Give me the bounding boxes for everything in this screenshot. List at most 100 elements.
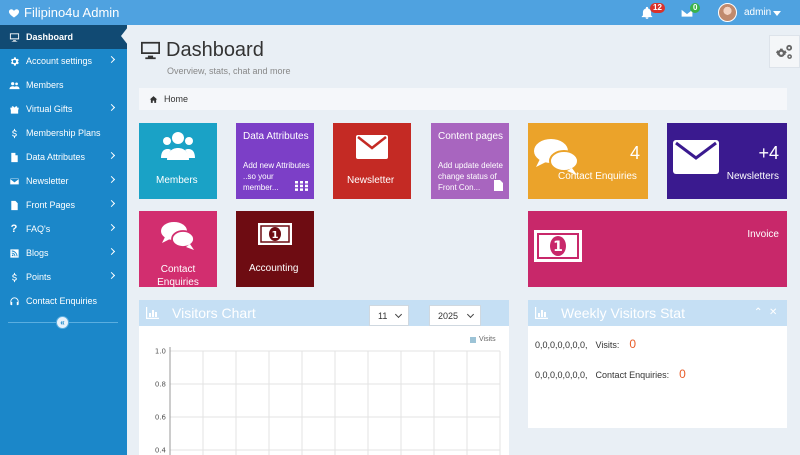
gear-icon xyxy=(8,55,20,67)
user-menu-caret-icon[interactable] xyxy=(773,11,781,16)
newsletters-count-tile[interactable]: +4 Newsletters xyxy=(667,123,787,199)
visits-stat-row: 0,0,0,0,0,0,0, Visits: 0 xyxy=(535,337,636,351)
members-tile[interactable]: Members xyxy=(139,123,217,199)
sidebar-item-label: Blogs xyxy=(26,248,49,258)
chevron-down-icon xyxy=(466,310,475,319)
sidebar-item-newsletter[interactable]: Newsletter xyxy=(0,169,127,193)
invoice-tile[interactable]: 1 Invoice xyxy=(528,211,787,287)
enquiries-stat-row: 0,0,0,0,0,0,0, Contact Enquiries: 0 xyxy=(535,367,686,381)
sidebar-item-virtual-gifts[interactable]: Virtual Gifts xyxy=(0,97,127,121)
tile-label: Contact Enquiries xyxy=(157,264,199,287)
year-select[interactable]: 2025 xyxy=(429,305,481,326)
chevron-right-icon xyxy=(107,103,116,112)
file-icon xyxy=(8,199,20,211)
sidebar-item-faqs[interactable]: ? FAQ's xyxy=(0,217,127,241)
contact-enquiries-count-tile[interactable]: 4 Contact Enquiries xyxy=(528,123,648,199)
y-tick-label: 1.0 xyxy=(155,348,166,356)
sidebar-item-label: Data Attributes xyxy=(26,152,86,162)
grid-icon xyxy=(295,181,308,191)
chevron-right-icon xyxy=(107,271,116,280)
settings-button[interactable] xyxy=(769,35,800,68)
bar-chart-icon xyxy=(146,307,159,319)
accounting-tile[interactable]: 1 Accounting xyxy=(236,211,314,287)
monitor-icon xyxy=(141,41,160,60)
close-icon[interactable]: ✕ xyxy=(769,307,777,318)
sidebar-item-label: Account settings xyxy=(26,56,93,66)
sidebar-item-membership-plans[interactable]: Membership Plans xyxy=(0,121,127,145)
collapse-icon[interactable]: ⌃ xyxy=(754,307,762,318)
chevron-right-icon xyxy=(107,151,116,160)
chevron-right-icon xyxy=(107,247,116,256)
notifications-badge: 12 xyxy=(650,3,665,13)
sidebar-item-dashboard[interactable]: Dashboard xyxy=(0,25,127,49)
chevron-down-icon xyxy=(394,310,403,319)
enquiries-label: Contact Enquiries: xyxy=(595,370,670,380)
question-icon: ? xyxy=(10,223,18,235)
tile-count: 4 xyxy=(629,143,640,163)
money-bill-icon: 1 xyxy=(258,223,292,245)
heart-icon xyxy=(8,8,20,17)
dollar-icon xyxy=(8,127,20,139)
tile-title: Content pages xyxy=(438,131,504,142)
avatar[interactable] xyxy=(718,3,737,22)
users-icon xyxy=(161,132,195,160)
messages-badge: 0 xyxy=(690,3,701,13)
svg-text:1: 1 xyxy=(553,239,563,255)
panel-title: Visitors Chart xyxy=(172,305,256,321)
home-icon[interactable] xyxy=(149,95,158,104)
envelope-icon xyxy=(8,175,20,187)
month-select-value: 11 xyxy=(378,310,388,321)
visits-value: 0 xyxy=(629,337,637,351)
sidebar-item-data-attributes[interactable]: Data Attributes xyxy=(0,145,127,169)
visitors-chart-panel: Visitors Chart 11 2025 Visits 1.0 0.8 0.6 0… xyxy=(139,300,509,455)
newsletter-tile[interactable]: Newsletter xyxy=(333,123,411,199)
sidebar-collapse-button[interactable]: « xyxy=(56,316,69,329)
dollar-icon xyxy=(8,271,20,283)
weekly-visitors-panel: Weekly Visitors Stat ⌃ ✕ 0,0,0,0,0,0,0, … xyxy=(528,300,787,428)
file-icon xyxy=(8,151,20,163)
data-attributes-tile[interactable]: Data Attributes Add new Attributes ..so … xyxy=(236,123,314,199)
breadcrumb-home[interactable]: Home xyxy=(164,94,188,104)
sidebar-item-account-settings[interactable]: Account settings xyxy=(0,49,127,73)
year-select-value: 2025 xyxy=(438,310,459,321)
sidebar-item-points[interactable]: Points xyxy=(0,265,127,289)
comments-icon xyxy=(161,222,195,250)
sidebar-item-front-pages[interactable]: Front Pages xyxy=(0,193,127,217)
month-select[interactable]: 11 xyxy=(369,305,409,326)
tile-count: +4 xyxy=(758,143,779,163)
sidebar-item-blogs[interactable]: Blogs xyxy=(0,241,127,265)
brand[interactable]: Filipino4u Admin xyxy=(8,5,119,20)
chevron-right-icon xyxy=(107,223,116,232)
tile-label: Newsletter xyxy=(347,175,395,186)
visits-sparkline-values: 0,0,0,0,0,0,0, xyxy=(535,340,588,350)
rss-icon xyxy=(8,247,20,259)
sidebar-item-contact-enquiries[interactable]: Contact Enquiries xyxy=(0,289,127,313)
panel-title: Weekly Visitors Stat xyxy=(561,305,685,321)
contact-enquiries-tile[interactable]: Contact Enquiries xyxy=(139,211,217,287)
money-bill-icon: 1 xyxy=(534,230,582,262)
sidebar-item-label: Membership Plans xyxy=(26,128,101,138)
gift-icon xyxy=(8,103,20,115)
tile-label: Members xyxy=(156,175,198,186)
users-icon xyxy=(8,79,20,91)
envelope-icon xyxy=(356,135,388,159)
page-title: Dashboard xyxy=(166,39,264,61)
panel-header: Weekly Visitors Stat ⌃ ✕ xyxy=(528,300,787,326)
envelope-icon xyxy=(673,140,719,174)
sidebar-item-label: Newsletter xyxy=(26,176,69,186)
sidebar-item-label: Contact Enquiries xyxy=(26,296,98,306)
visits-label: Visits: xyxy=(595,340,620,350)
content-pages-tile[interactable]: Content pages Add update delete change s… xyxy=(431,123,509,199)
sidebar-item-label: Members xyxy=(26,80,64,90)
monitor-icon xyxy=(8,31,20,43)
gears-icon xyxy=(775,44,792,59)
tile-label: Invoice xyxy=(747,229,779,240)
username[interactable]: admin xyxy=(744,7,771,18)
sidebar-item-label: Virtual Gifts xyxy=(26,104,73,114)
chevron-right-icon xyxy=(107,199,116,208)
visitors-chart: 1.0 0.8 0.6 0.4 xyxy=(155,347,501,455)
page-subtitle: Overview, stats, chat and more xyxy=(167,66,291,76)
sidebar-item-label: Points xyxy=(26,272,52,282)
sidebar-item-members[interactable]: Members xyxy=(0,73,127,97)
y-tick-label: 0.6 xyxy=(155,414,167,422)
